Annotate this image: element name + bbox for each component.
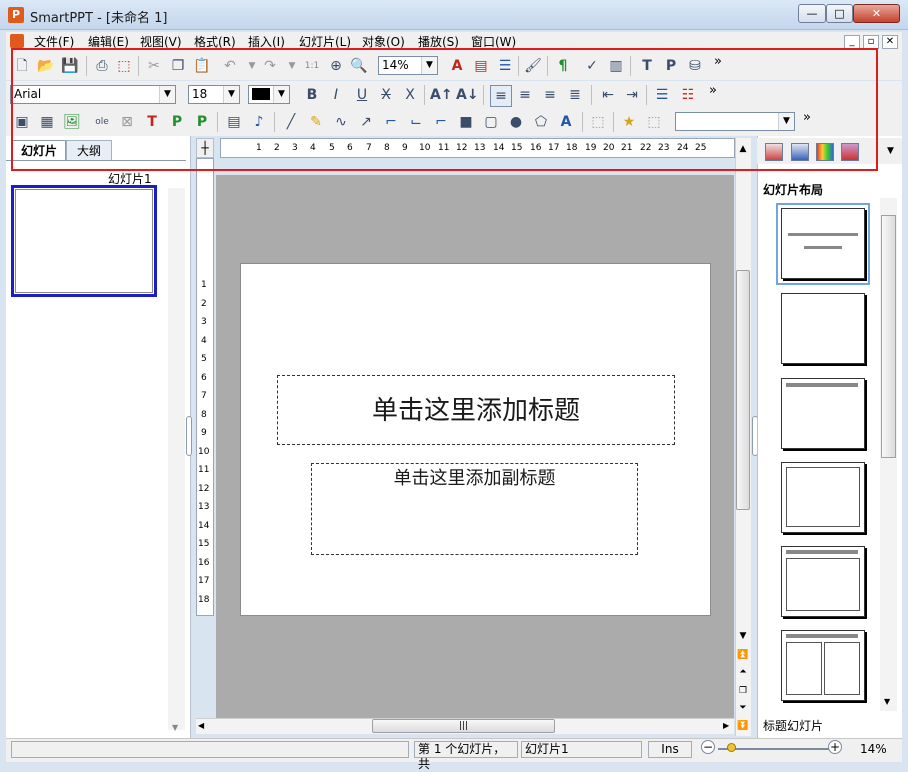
- layout-bar: [786, 550, 858, 554]
- ruler-tick: 15: [198, 539, 210, 549]
- ruler-tick: 2: [201, 299, 207, 309]
- zoom-level: 14%: [860, 742, 887, 756]
- ruler-tick: 11: [198, 465, 210, 475]
- layout-box: [786, 467, 860, 527]
- selected-layout-name: 标题幻灯片: [763, 719, 824, 733]
- horizontal-scroll-thumb[interactable]: |||: [372, 719, 555, 733]
- window-title: SmartPPT - [未命名 1]: [30, 11, 168, 26]
- layout-title-content[interactable]: [781, 546, 865, 617]
- last-slide-icon[interactable]: ⏬: [736, 719, 750, 733]
- status-message-field: [11, 741, 409, 758]
- layout-bar: [786, 634, 858, 638]
- ruler-tick: 6: [201, 373, 207, 383]
- slide-thumbnail-page: [15, 189, 153, 293]
- scroll-left-icon[interactable]: ◀: [198, 721, 204, 730]
- layout-content-only[interactable]: [781, 462, 865, 533]
- ruler-tick: 13: [198, 502, 210, 512]
- minimize-button[interactable]: —: [798, 4, 826, 23]
- ruler-tick: 18: [198, 595, 210, 605]
- slides-panel-scrollbar[interactable]: [168, 188, 185, 730]
- doc-restore-button[interactable]: ▫: [863, 35, 879, 49]
- zoom-slider-handle[interactable]: [727, 743, 736, 752]
- task-pane-title: 幻灯片布局: [763, 183, 824, 197]
- ruler-tick: 5: [201, 354, 207, 364]
- panel-splitter-handle[interactable]: [186, 416, 192, 456]
- scroll-down-icon[interactable]: ▼: [172, 723, 178, 732]
- subtitle-placeholder-text: 单击这里添加副标题: [393, 468, 556, 489]
- layout-title-only[interactable]: [781, 378, 865, 449]
- ruler-tick: 16: [198, 558, 210, 568]
- next-slide-icon[interactable]: ⏷: [736, 701, 750, 715]
- ruler-tick: 7: [201, 391, 207, 401]
- app-logo-icon: P: [8, 7, 24, 23]
- vertical-ruler[interactable]: 1 2 3 4 5 6 7 8 9 10 11 12 13 14 15 16 1…: [196, 158, 214, 616]
- maximize-button[interactable]: □: [826, 4, 853, 23]
- scroll-down-icon[interactable]: ▼: [736, 629, 750, 643]
- slide-name: 幻灯片1: [521, 741, 642, 758]
- zoom-out-icon[interactable]: −: [701, 740, 715, 754]
- vertical-scroll-thumb[interactable]: [736, 270, 750, 510]
- slide-view-icon[interactable]: ❐: [736, 684, 750, 698]
- task-pane-scroll-thumb[interactable]: [881, 215, 896, 458]
- layout-bar: [786, 383, 858, 387]
- slide-position: 第 1 个幻灯片，共: [414, 741, 518, 771]
- toolbar-highlight-box: [11, 48, 878, 171]
- ruler-tick: 10: [198, 447, 210, 457]
- doc-close-button[interactable]: ✕: [882, 35, 898, 49]
- doc-minimize-button[interactable]: _: [844, 35, 860, 49]
- title-placeholder-text: 单击这里添加标题: [371, 396, 580, 426]
- layout-bar: [804, 246, 842, 249]
- scroll-down-icon[interactable]: ▼: [884, 697, 890, 706]
- layout-blank[interactable]: [781, 293, 865, 364]
- document-icon[interactable]: [10, 34, 24, 48]
- ruler-tick: 9: [201, 428, 207, 438]
- chevron-down-icon[interactable]: ▼: [887, 146, 894, 156]
- previous-slide-icon[interactable]: ⏶: [736, 665, 750, 679]
- ruler-tick: 3: [201, 317, 207, 327]
- ruler-tick: 12: [198, 484, 210, 494]
- close-button[interactable]: ✕: [853, 4, 900, 23]
- layout-box: [786, 558, 860, 611]
- layout-box: [824, 642, 860, 695]
- insert-mode: Ins: [648, 741, 692, 758]
- scroll-right-icon[interactable]: ▶: [723, 721, 729, 730]
- ruler-tick: 8: [201, 410, 207, 420]
- ruler-tick: 14: [198, 521, 210, 531]
- ruler-tick: 17: [198, 576, 210, 586]
- ruler-tick: 1: [201, 280, 207, 290]
- layout-title-slide[interactable]: [781, 208, 865, 279]
- layout-bar: [788, 233, 858, 236]
- ruler-tick: 4: [201, 336, 207, 346]
- first-slide-icon[interactable]: ⏫: [736, 648, 750, 662]
- layout-box: [786, 642, 822, 695]
- zoom-in-icon[interactable]: +: [828, 740, 842, 754]
- layout-two-content[interactable]: [781, 630, 865, 701]
